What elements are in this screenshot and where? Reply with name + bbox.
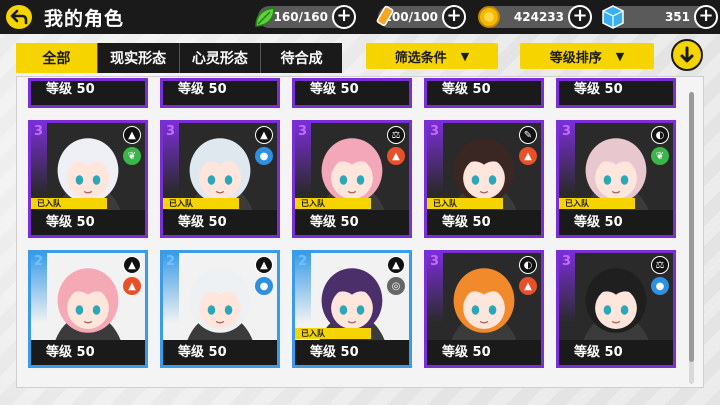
character-card[interactable]: 3 ◐ ❦ 已入队 等级 50 xyxy=(556,120,676,238)
in-team-badge: 已入队 xyxy=(163,198,239,209)
tab-all[interactable]: 全部 xyxy=(16,43,98,73)
fire-icon: ▲ xyxy=(123,277,141,295)
leaf-stamina-icon xyxy=(250,2,280,32)
sparkle-icon: ▲ xyxy=(123,126,141,144)
card-level: 等级 50 xyxy=(295,340,409,365)
sparkle-icon: ▲ xyxy=(255,256,273,274)
add-energy-button[interactable]: + xyxy=(442,5,466,29)
add-stamina-button[interactable]: + xyxy=(332,5,356,29)
scrollbar[interactable] xyxy=(689,92,694,384)
in-team-badge: 已入队 xyxy=(427,198,503,209)
filter-dropdown[interactable]: 筛选条件 ▼ xyxy=(366,43,498,69)
page-title: 我的角色 xyxy=(44,8,125,30)
add-coins-button[interactable]: + xyxy=(568,5,592,29)
card-rank: 3 xyxy=(298,124,308,139)
triangle-down-icon: ▼ xyxy=(615,49,625,63)
card-level: 等级 50 xyxy=(295,81,409,105)
card-rank: 3 xyxy=(430,124,440,139)
coin-icon xyxy=(474,2,504,32)
sparkle-icon: ▲ xyxy=(255,126,273,144)
card-level: 等级 50 xyxy=(163,210,277,235)
card-rank: 2 xyxy=(298,254,308,269)
sort-dropdown[interactable]: 等级排序 ▼ xyxy=(520,43,654,69)
back-arrow-icon xyxy=(10,9,28,25)
card-level: 等级 50 xyxy=(163,340,277,365)
card-level: 等级 50 xyxy=(427,340,541,365)
in-team-badge: 已入队 xyxy=(31,198,107,209)
character-card[interactable]: 2 ▲ ● 等级 50 xyxy=(160,250,280,368)
character-card[interactable]: 3 ▲ ● 已入队 等级 50 xyxy=(160,120,280,238)
character-card[interactable]: 3 ▲ ❦ 已入队 等级 50 xyxy=(28,120,148,238)
leaf-icon: ❦ xyxy=(123,147,141,165)
water-drop-icon: ● xyxy=(255,277,273,295)
character-card[interactable]: 3 ✎ ▲ 已入队 等级 50 xyxy=(424,120,544,238)
card-level: 等级 50 xyxy=(31,81,145,105)
add-gems-button[interactable]: + xyxy=(694,5,718,29)
card-rank: 3 xyxy=(430,254,440,269)
tab-mind-form[interactable]: 心灵形态 xyxy=(180,43,262,73)
card-level: 等级 50 xyxy=(559,340,673,365)
card-level: 等级 50 xyxy=(559,210,673,235)
character-card-partial[interactable]: 等级 50 xyxy=(424,78,544,108)
gem-cube-icon xyxy=(598,2,628,32)
arrow-down-icon xyxy=(680,46,694,63)
card-rank: 3 xyxy=(562,124,572,139)
energy-counter: 100/100 + xyxy=(376,5,466,29)
character-card[interactable]: 2 ▲ ◎ 已入队 等级 50 xyxy=(292,250,412,368)
fire-icon: ▲ xyxy=(519,147,537,165)
sparkle-icon: ▲ xyxy=(123,256,141,274)
top-bar: 我的角色 160/160 + 100/100 + 424233 + 351 + xyxy=(0,0,720,34)
character-card[interactable]: 3 ⚖ ● 等级 50 xyxy=(556,250,676,368)
water-drop-icon: ● xyxy=(255,147,273,165)
gem-counter: 351 + xyxy=(602,5,718,29)
card-rank: 3 xyxy=(34,124,44,139)
card-level: 等级 50 xyxy=(427,210,541,235)
character-card[interactable]: 2 ▲ ▲ 等级 50 xyxy=(28,250,148,368)
character-card-partial[interactable]: 等级 50 xyxy=(292,78,412,108)
character-card[interactable]: 3 ◐ ▲ 等级 50 xyxy=(424,250,544,368)
fire-icon: ▲ xyxy=(519,277,537,295)
card-level: 等级 50 xyxy=(31,340,145,365)
card-rank: 2 xyxy=(34,254,44,269)
category-tabs: 全部 现实形态 心灵形态 待合成 xyxy=(16,43,342,73)
scales-icon: ⚖ xyxy=(387,126,405,144)
character-card[interactable]: 3 ⚖ ▲ 已入队 等级 50 xyxy=(292,120,412,238)
in-team-badge: 已入队 xyxy=(559,198,635,209)
in-team-badge: 已入队 xyxy=(295,198,371,209)
sword-icon: ✎ xyxy=(519,126,537,144)
scales-icon: ⚖ xyxy=(651,256,669,274)
water-drop-icon: ● xyxy=(651,277,669,295)
pencil-energy-icon xyxy=(370,2,400,32)
leaf-icon: ❦ xyxy=(651,147,669,165)
wind-icon: ◎ xyxy=(387,277,405,295)
shield-icon: ◐ xyxy=(519,256,537,274)
tab-to-synthesize[interactable]: 待合成 xyxy=(261,43,342,73)
card-level: 等级 50 xyxy=(427,81,541,105)
fire-icon: ▲ xyxy=(387,147,405,165)
character-card-partial[interactable]: 等级 50 xyxy=(160,78,280,108)
coin-counter: 424233 + xyxy=(478,5,592,29)
back-button[interactable] xyxy=(4,3,34,31)
card-rank: 3 xyxy=(166,124,176,139)
card-level: 等级 50 xyxy=(163,81,277,105)
shield-icon: ◐ xyxy=(651,126,669,144)
triangle-down-icon: ▼ xyxy=(460,49,470,63)
card-level: 等级 50 xyxy=(31,210,145,235)
tab-reality-form[interactable]: 现实形态 xyxy=(98,43,180,73)
card-level: 等级 50 xyxy=(559,81,673,105)
stamina-counter: 160/160 + xyxy=(255,5,356,29)
card-rank: 3 xyxy=(562,254,572,269)
in-team-badge: 已入队 xyxy=(295,328,371,339)
character-card-partial[interactable]: 等级 50 xyxy=(28,78,148,108)
scroll-down-button[interactable] xyxy=(671,39,703,71)
card-rank: 2 xyxy=(166,254,176,269)
card-level: 等级 50 xyxy=(295,210,409,235)
scrollbar-thumb[interactable] xyxy=(689,92,694,362)
character-card-partial[interactable]: 等级 50 xyxy=(556,78,676,108)
sparkle-icon: ▲ xyxy=(387,256,405,274)
